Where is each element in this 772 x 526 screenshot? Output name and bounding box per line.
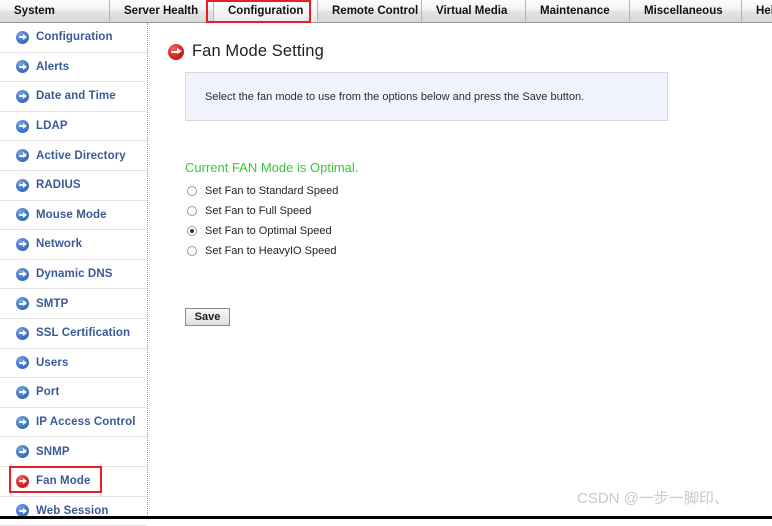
- arrow-circle-icon-red: [168, 44, 184, 60]
- sidebar-item-label: Date and Time: [36, 90, 116, 102]
- sidebar-item-dynamic-dns[interactable]: Dynamic DNS: [0, 260, 147, 290]
- sidebar-item-label: SMTP: [36, 298, 68, 310]
- tab-label: Server Health: [124, 5, 198, 17]
- radio-label: Set Fan to Standard Speed: [205, 185, 338, 197]
- arrow-circle-icon: [16, 238, 29, 251]
- top-navigation-bar: System Server Health Configuration Remote C…: [0, 0, 772, 23]
- sidebar-item-label: RADIUS: [36, 179, 81, 191]
- tab-remote-control[interactable]: Remote Control: [318, 0, 422, 22]
- sidebar-item-label: Network: [36, 238, 82, 250]
- radio-button[interactable]: [187, 186, 197, 196]
- sidebar-item-active-directory[interactable]: Active Directory: [0, 141, 147, 171]
- sidebar-item-configuration[interactable]: Configuration: [0, 23, 147, 53]
- sidebar-item-label: IP Access Control: [36, 416, 135, 428]
- tab-server-health[interactable]: Server Health: [110, 0, 214, 22]
- sidebar-item-label: Port: [36, 386, 59, 398]
- info-message-box: Select the fan mode to use from the opti…: [185, 72, 668, 121]
- sidebar-item-radius[interactable]: RADIUS: [0, 171, 147, 201]
- tab-maintenance[interactable]: Maintenance: [526, 0, 630, 22]
- arrow-circle-icon: [16, 208, 29, 221]
- radio-label: Set Fan to Full Speed: [205, 205, 311, 217]
- arrow-circle-icon: [16, 90, 29, 103]
- sidebar-item-date-and-time[interactable]: Date and Time: [0, 82, 147, 112]
- sidebar-item-label: Web Session: [36, 505, 108, 517]
- sidebar-item-ip-access-control[interactable]: IP Access Control: [0, 408, 147, 438]
- tab-label: Maintenance: [540, 5, 610, 17]
- main-content-area: Fan Mode Setting Select the fan mode to …: [149, 23, 772, 519]
- tab-label: Miscellaneous: [644, 5, 723, 17]
- page-title-label: Fan Mode Setting: [192, 42, 324, 61]
- tab-label: Remote Control: [332, 5, 418, 17]
- arrow-circle-icon: [16, 297, 29, 310]
- sidebar-item-ssl-certification[interactable]: SSL Certification: [0, 319, 147, 349]
- sidebar-item-ldap[interactable]: LDAP: [0, 112, 147, 142]
- tab-help[interactable]: Help: [742, 0, 772, 22]
- sidebar-item-label: Users: [36, 357, 68, 369]
- sidebar-item-web-session[interactable]: Web Session: [0, 497, 147, 526]
- sidebar-item-port[interactable]: Port: [0, 378, 147, 408]
- sidebar-item-network[interactable]: Network: [0, 230, 147, 260]
- radio-label: Set Fan to HeavyIO Speed: [205, 245, 336, 257]
- arrow-circle-icon: [16, 416, 29, 429]
- arrow-circle-icon: [16, 149, 29, 162]
- radio-option-set-fan-to-optimal-speed[interactable]: Set Fan to Optimal Speed: [187, 222, 338, 239]
- current-fan-mode-status: Current FAN Mode is Optimal.: [185, 160, 358, 175]
- tab-miscellaneous[interactable]: Miscellaneous: [630, 0, 742, 22]
- tab-configuration[interactable]: Configuration: [214, 0, 318, 22]
- sidebar-item-label: Configuration: [36, 31, 113, 43]
- arrow-circle-icon: [16, 268, 29, 281]
- tab-virtual-media[interactable]: Virtual Media: [422, 0, 526, 22]
- arrow-circle-icon: [16, 327, 29, 340]
- sidebar-item-snmp[interactable]: SNMP: [0, 437, 147, 467]
- sidebar-item-label: Alerts: [36, 61, 69, 73]
- radio-option-set-fan-to-standard-speed[interactable]: Set Fan to Standard Speed: [187, 182, 338, 199]
- arrow-circle-icon: [16, 179, 29, 192]
- sidebar-item-mouse-mode[interactable]: Mouse Mode: [0, 201, 147, 231]
- radio-button[interactable]: [187, 246, 197, 256]
- sidebar-item-label: Mouse Mode: [36, 209, 107, 221]
- arrow-circle-icon: [16, 120, 29, 133]
- sidebar-item-label: Fan Mode: [36, 475, 90, 487]
- sidebar-item-label: SSL Certification: [36, 327, 130, 339]
- tab-system[interactable]: System: [0, 0, 110, 22]
- fan-mode-radio-group: Set Fan to Standard Speed Set Fan to Full…: [187, 182, 338, 262]
- arrow-circle-icon: [16, 356, 29, 369]
- arrow-circle-icon: [16, 60, 29, 73]
- sidebar-navigation: Configuration Alerts Date and Time LDAP Acti…: [0, 23, 148, 519]
- save-button[interactable]: Save: [185, 308, 230, 326]
- radio-button[interactable]: [187, 226, 197, 236]
- arrow-circle-icon: [16, 386, 29, 399]
- tab-label: Help: [756, 5, 772, 17]
- sidebar-item-users[interactable]: Users: [0, 349, 147, 379]
- sidebar-item-label: SNMP: [36, 446, 70, 458]
- radio-option-set-fan-to-full-speed[interactable]: Set Fan to Full Speed: [187, 202, 338, 219]
- sidebar-item-label: Active Directory: [36, 150, 126, 162]
- sidebar-item-label: Dynamic DNS: [36, 268, 113, 280]
- arrow-circle-icon: [16, 445, 29, 458]
- radio-label: Set Fan to Optimal Speed: [205, 225, 332, 237]
- sidebar-item-alerts[interactable]: Alerts: [0, 53, 147, 83]
- tab-label: Configuration: [228, 5, 303, 17]
- watermark: CSDN @一步一脚印、: [577, 487, 729, 508]
- info-message-text: Select the fan mode to use from the opti…: [205, 91, 584, 103]
- sidebar-item-smtp[interactable]: SMTP: [0, 289, 147, 319]
- page-title: Fan Mode Setting: [168, 42, 324, 61]
- radio-button[interactable]: [187, 206, 197, 216]
- tab-label: Virtual Media: [436, 5, 507, 17]
- arrow-circle-icon-red: [16, 475, 29, 488]
- arrow-circle-icon: [16, 31, 29, 44]
- radio-option-set-fan-to-heavyio-speed[interactable]: Set Fan to HeavyIO Speed: [187, 242, 338, 259]
- sidebar-item-label: LDAP: [36, 120, 68, 132]
- tab-label: System: [14, 5, 55, 17]
- sidebar-item-fan-mode[interactable]: Fan Mode: [0, 467, 147, 497]
